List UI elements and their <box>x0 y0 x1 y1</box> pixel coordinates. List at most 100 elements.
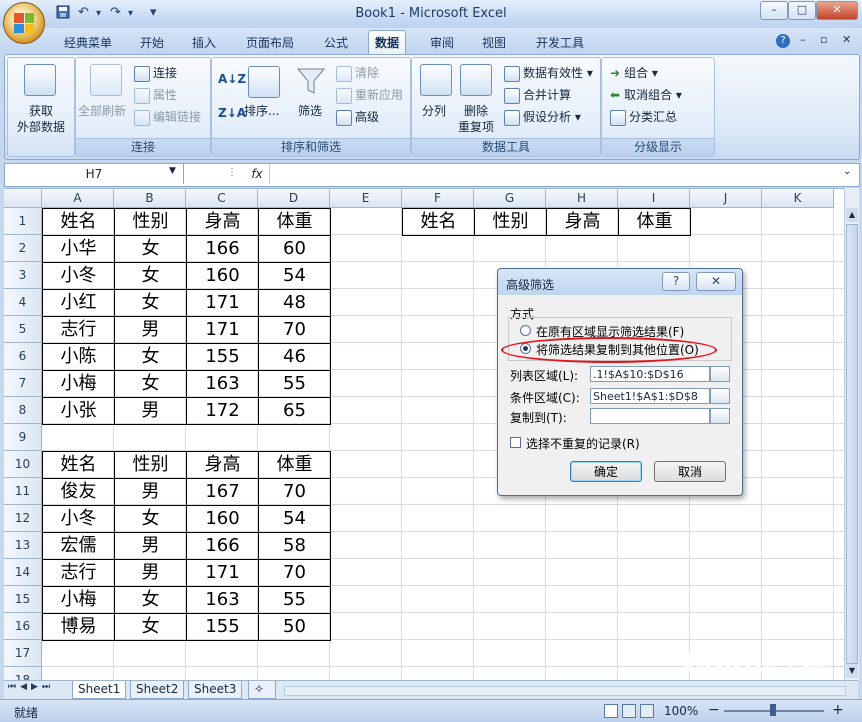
filter-button[interactable]: 筛选 <box>298 102 322 119</box>
table2-cell[interactable]: 70 <box>258 559 331 587</box>
table2-cell[interactable]: 小冬 <box>42 505 115 533</box>
edit-links-button[interactable]: 编辑链接 <box>134 108 201 126</box>
list-range-input[interactable]: .1!$A$10:$D$16 <box>590 366 710 382</box>
ok-button[interactable]: 确定 <box>570 461 642 482</box>
sheet-tab-3[interactable]: Sheet3 <box>188 681 243 699</box>
column-header-c[interactable]: C <box>186 189 258 208</box>
criteria-range-input[interactable]: Sheet1!$A$1:$D$8 <box>590 388 710 404</box>
subtotal-button[interactable]: 分类汇总 <box>610 108 677 126</box>
sheet-tab-1[interactable]: Sheet1 <box>72 681 127 699</box>
copy-to-input[interactable] <box>590 408 710 424</box>
table1-cell[interactable]: 小冬 <box>42 262 115 290</box>
sheet-tab-2[interactable]: Sheet2 <box>130 681 185 699</box>
formula-input[interactable] <box>271 164 841 184</box>
table1-cell[interactable]: 172 <box>186 397 259 425</box>
reapply-button[interactable]: 重新应用 <box>336 86 403 104</box>
sort-desc-icon[interactable]: Z↓A <box>218 106 246 120</box>
table1-cell[interactable]: 55 <box>258 370 331 398</box>
table1-cell[interactable]: 女 <box>114 262 187 290</box>
row-header-5[interactable]: 5 <box>4 316 42 343</box>
column-header-j[interactable]: J <box>690 189 762 208</box>
table1-cell[interactable]: 小梅 <box>42 370 115 398</box>
table1-cell[interactable]: 171 <box>186 289 259 317</box>
row-header-12[interactable]: 12 <box>4 505 42 532</box>
row-header-4[interactable]: 4 <box>4 289 42 316</box>
table1-cell[interactable]: 60 <box>258 235 331 263</box>
row-header-18[interactable]: 18 <box>4 667 42 681</box>
sheet-nav-icon[interactable]: ⏮◀▶⏭ <box>8 682 54 692</box>
criteria-range-collapse-icon[interactable] <box>710 388 730 404</box>
page-layout-view-icon[interactable] <box>622 704 636 718</box>
what-if-button[interactable]: 假设分析 ▾ <box>504 108 581 126</box>
table2-cell[interactable]: 女 <box>114 505 187 533</box>
table2-cell[interactable]: 女 <box>114 613 187 641</box>
horizontal-scrollbar[interactable] <box>284 686 846 696</box>
table1-cell[interactable]: 男 <box>114 397 187 425</box>
zoom-level[interactable]: 100% <box>664 704 698 718</box>
tab-data[interactable]: 数据 <box>368 30 407 55</box>
insert-sheet-icon[interactable]: ✧ <box>248 681 276 699</box>
get-external-line2[interactable]: 外部数据 <box>8 118 74 135</box>
vertical-scrollbar[interactable]: ▲ ▼ <box>844 188 859 680</box>
table2-cell[interactable]: 50 <box>258 613 331 641</box>
tab-developer[interactable]: 开发工具 <box>530 33 590 53</box>
table2-cell[interactable]: 宏儒 <box>42 532 115 560</box>
table2-cell[interactable]: 160 <box>186 505 259 533</box>
name-box[interactable]: H7 <box>5 164 184 184</box>
criteria-header-cell[interactable]: 体重 <box>618 208 691 236</box>
table1-cell[interactable]: 166 <box>186 235 259 263</box>
remove-duplicates-line1[interactable]: 删除 <box>464 102 488 119</box>
table1-cell[interactable]: 65 <box>258 397 331 425</box>
row-header-15[interactable]: 15 <box>4 586 42 613</box>
table2-cell[interactable]: 博易 <box>42 613 115 641</box>
row-header-6[interactable]: 6 <box>4 343 42 370</box>
insert-function-icon[interactable]: fx <box>245 164 270 184</box>
table1-cell[interactable]: 小红 <box>42 289 115 317</box>
row-header-16[interactable]: 16 <box>4 613 42 640</box>
table1-cell[interactable]: 155 <box>186 343 259 371</box>
consolidate-button[interactable]: 合并计算 <box>504 86 571 104</box>
row-header-1[interactable]: 1 <box>4 208 42 235</box>
scroll-up-icon[interactable]: ▲ <box>846 208 858 222</box>
tab-insert[interactable]: 插入 <box>186 33 222 53</box>
table2-cell[interactable]: 55 <box>258 586 331 614</box>
table1-cell[interactable]: 48 <box>258 289 331 317</box>
connections-button[interactable]: 连接 <box>134 64 177 82</box>
row-header-13[interactable]: 13 <box>4 532 42 559</box>
table2-cell[interactable]: 男 <box>114 559 187 587</box>
dialog-help-button[interactable]: ? <box>662 272 690 291</box>
properties-button[interactable]: 属性 <box>134 86 177 104</box>
refresh-all-button[interactable]: 全部刷新 <box>78 102 126 119</box>
sort-button[interactable]: 排序... <box>244 102 279 119</box>
name-box-dropdown-icon[interactable]: ▼ <box>169 166 176 176</box>
table2-header-cell[interactable]: 身高 <box>186 451 259 479</box>
text-to-columns-button[interactable]: 分列 <box>422 102 446 119</box>
row-header-11[interactable]: 11 <box>4 478 42 505</box>
table1-cell[interactable]: 女 <box>114 370 187 398</box>
table2-cell[interactable]: 166 <box>186 532 259 560</box>
row-header-14[interactable]: 14 <box>4 559 42 586</box>
table1-header-cell[interactable]: 身高 <box>186 208 259 236</box>
tab-classic-menu[interactable]: 经典菜单 <box>58 33 118 53</box>
tab-view[interactable]: 视图 <box>476 33 512 53</box>
table1-header-cell[interactable]: 性别 <box>114 208 187 236</box>
table1-cell[interactable]: 女 <box>114 289 187 317</box>
column-header-k[interactable]: K <box>762 189 834 208</box>
scroll-thumb[interactable] <box>846 224 858 664</box>
table2-header-cell[interactable]: 体重 <box>258 451 331 479</box>
page-break-view-icon[interactable] <box>640 704 654 718</box>
table2-header-cell[interactable]: 性别 <box>114 451 187 479</box>
table1-cell[interactable]: 小华 <box>42 235 115 263</box>
list-range-collapse-icon[interactable] <box>710 366 730 382</box>
ribbon-restore-icon[interactable]: ▫ <box>820 33 827 46</box>
radio-in-place[interactable] <box>520 325 531 336</box>
table2-cell[interactable]: 171 <box>186 559 259 587</box>
row-header-9[interactable]: 9 <box>4 424 42 451</box>
remove-duplicates-line2[interactable]: 重复项 <box>458 118 494 135</box>
table1-cell[interactable]: 54 <box>258 262 331 290</box>
column-header-i[interactable]: I <box>618 189 690 208</box>
table1-cell[interactable]: 163 <box>186 370 259 398</box>
table2-cell[interactable]: 163 <box>186 586 259 614</box>
table1-cell[interactable]: 女 <box>114 343 187 371</box>
help-icon[interactable]: ? <box>776 34 790 48</box>
